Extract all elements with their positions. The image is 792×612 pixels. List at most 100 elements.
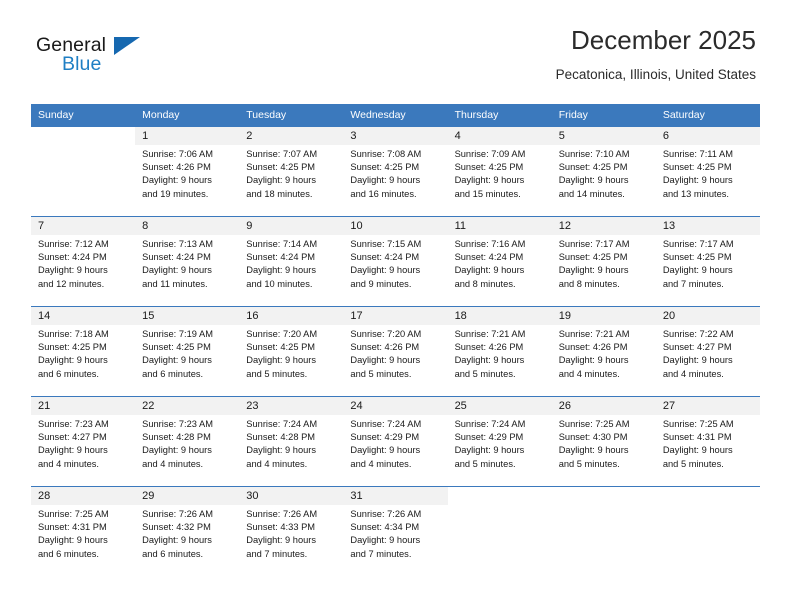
- calendar-day-cell[interactable]: 12 Sunrise: 7:17 AM Sunset: 4:25 PM Dayligh…: [551, 216, 656, 307]
- weekday-header-saturday: Saturday: [655, 104, 760, 127]
- day-detail-lines: Sunrise: 7:23 AM Sunset: 4:28 PM Daylight:…: [135, 415, 239, 471]
- calendar-day-cell[interactable]: 9 Sunrise: 7:14 AM Sunset: 4:24 PM Daylight…: [239, 216, 344, 307]
- daylight-text: and 13 minutes.: [662, 188, 729, 199]
- daylight-text: and 18 minutes.: [246, 188, 313, 199]
- day-detail-lines: [656, 505, 760, 508]
- calendar-day-cell[interactable]: 14 Sunrise: 7:18 AM Sunset: 4:25 PM Dayligh…: [31, 306, 136, 397]
- calendar-day-cell[interactable]: 15 Sunrise: 7:19 AM Sunset: 4:25 PM Dayligh…: [135, 306, 240, 397]
- day-cell-inner: 11 Sunrise: 7:16 AM Sunset: 4:24 PM Dayligh…: [447, 217, 552, 306]
- sunrise-text: Sunrise: 7:07 AM: [246, 149, 318, 159]
- calendar-day-cell[interactable]: 23 Sunrise: 7:24 AM Sunset: 4:28 PM Dayligh…: [239, 396, 344, 487]
- calendar-day-cell[interactable]: 2 Sunrise: 7:07 AM Sunset: 4:25 PM Daylight…: [239, 126, 344, 217]
- calendar-day-cell[interactable]: 7 Sunrise: 7:12 AM Sunset: 4:24 PM Daylight…: [31, 216, 136, 307]
- sunrise-text: Sunrise: 7:17 AM: [662, 239, 734, 249]
- sunrise-text: Sunrise: 7:14 AM: [246, 239, 318, 249]
- sunrise-text: Sunrise: 7:22 AM: [662, 329, 734, 339]
- daylight-text: Daylight: 9 hours: [246, 355, 317, 366]
- calendar-day-cell[interactable]: 31 Sunrise: 7:26 AM Sunset: 4:34 PM Dayligh…: [343, 486, 448, 577]
- calendar-day-cell[interactable]: 20 Sunrise: 7:22 AM Sunset: 4:27 PM Dayligh…: [655, 306, 760, 397]
- calendar-day-cell[interactable]: 19 Sunrise: 7:21 AM Sunset: 4:26 PM Dayligh…: [551, 306, 656, 397]
- calendar-day-cell[interactable]: 26 Sunrise: 7:25 AM Sunset: 4:30 PM Dayligh…: [551, 396, 656, 487]
- calendar-day-cell[interactable]: 8 Sunrise: 7:13 AM Sunset: 4:24 PM Daylight…: [135, 216, 240, 307]
- day-detail-lines: Sunrise: 7:26 AM Sunset: 4:33 PM Daylight:…: [239, 505, 343, 561]
- calendar-day-cell[interactable]: 22 Sunrise: 7:23 AM Sunset: 4:28 PM Dayligh…: [135, 396, 240, 487]
- calendar-day-cell[interactable]: 25 Sunrise: 7:24 AM Sunset: 4:29 PM Dayligh…: [447, 396, 552, 487]
- calendar-day-cell[interactable]: 29 Sunrise: 7:26 AM Sunset: 4:32 PM Dayligh…: [135, 486, 240, 577]
- daylight-text: and 15 minutes.: [454, 188, 521, 199]
- calendar-day-cell[interactable]: 24 Sunrise: 7:24 AM Sunset: 4:29 PM Dayligh…: [343, 396, 448, 487]
- calendar-day-cell[interactable]: 13 Sunrise: 7:17 AM Sunset: 4:25 PM Dayligh…: [655, 216, 760, 307]
- day-detail-lines: Sunrise: 7:24 AM Sunset: 4:29 PM Daylight:…: [343, 415, 447, 471]
- sunrise-text: Sunrise: 7:06 AM: [142, 149, 213, 159]
- sunset-text: Sunset: 4:28 PM: [246, 432, 316, 443]
- daylight-text: Daylight: 9 hours: [454, 265, 525, 276]
- daylight-text: Daylight: 9 hours: [142, 445, 212, 456]
- sunset-text: Sunset: 4:24 PM: [38, 252, 107, 263]
- day-number: 29: [135, 487, 240, 505]
- day-number: 19: [551, 307, 656, 325]
- weekday-header-row: Sunday Monday Tuesday Wednesday Thursday…: [31, 104, 760, 127]
- daylight-text: Daylight: 9 hours: [38, 535, 108, 546]
- calendar-day-cell[interactable]: 30 Sunrise: 7:26 AM Sunset: 4:33 PM Dayligh…: [239, 486, 344, 577]
- daylight-text: and 4 minutes.: [662, 368, 724, 379]
- calendar-day-cell[interactable]: 4 Sunrise: 7:09 AM Sunset: 4:25 PM Daylight…: [447, 126, 552, 217]
- sunset-text: Sunset: 4:25 PM: [246, 162, 316, 173]
- sunset-text: Sunset: 4:24 PM: [142, 252, 211, 263]
- daylight-text: Daylight: 9 hours: [142, 355, 212, 366]
- calendar-day-cell[interactable]: 3 Sunrise: 7:08 AM Sunset: 4:25 PM Daylight…: [343, 126, 448, 217]
- calendar-day-cell[interactable]: 16 Sunrise: 7:20 AM Sunset: 4:25 PM Dayligh…: [239, 306, 344, 397]
- day-cell-inner: 16 Sunrise: 7:20 AM Sunset: 4:25 PM Dayligh…: [239, 307, 344, 396]
- sunset-text: Sunset: 4:24 PM: [350, 252, 420, 263]
- calendar-day-cell[interactable]: 27 Sunrise: 7:25 AM Sunset: 4:31 PM Dayligh…: [655, 396, 760, 487]
- daylight-text: and 19 minutes.: [142, 188, 209, 199]
- daylight-text: and 14 minutes.: [558, 188, 625, 199]
- calendar-day-cell[interactable]: 5 Sunrise: 7:10 AM Sunset: 4:25 PM Daylight…: [551, 126, 656, 217]
- sunrise-text: Sunrise: 7:24 AM: [246, 419, 318, 429]
- sunset-text: Sunset: 4:26 PM: [454, 342, 524, 353]
- weekday-header-friday: Friday: [551, 104, 656, 127]
- daylight-text: Daylight: 9 hours: [350, 175, 421, 186]
- day-cell-inner: 17 Sunrise: 7:20 AM Sunset: 4:26 PM Dayligh…: [343, 307, 448, 396]
- calendar-week-row: 14 Sunrise: 7:18 AM Sunset: 4:25 PM Dayligh…: [31, 306, 760, 397]
- day-number: 26: [551, 397, 656, 415]
- daylight-text: and 11 minutes.: [142, 278, 208, 289]
- day-cell-inner: 20 Sunrise: 7:22 AM Sunset: 4:27 PM Dayligh…: [655, 307, 760, 396]
- calendar-day-cell[interactable]: 17 Sunrise: 7:20 AM Sunset: 4:26 PM Dayligh…: [343, 306, 448, 397]
- calendar-week-row: 28 Sunrise: 7:25 AM Sunset: 4:31 PM Dayligh…: [31, 486, 760, 577]
- day-number: [656, 487, 760, 505]
- day-detail-lines: Sunrise: 7:24 AM Sunset: 4:28 PM Daylight:…: [239, 415, 343, 471]
- day-detail-lines: Sunrise: 7:21 AM Sunset: 4:26 PM Daylight:…: [448, 325, 552, 381]
- calendar-week-row: 1 Sunrise: 7:06 AM Sunset: 4:26 PM Daylight…: [31, 126, 760, 217]
- brand-logo[interactable]: General Blue: [36, 34, 166, 82]
- daylight-text: Daylight: 9 hours: [246, 535, 317, 546]
- daylight-text: Daylight: 9 hours: [246, 265, 317, 276]
- sunrise-text: Sunrise: 7:24 AM: [350, 419, 422, 429]
- calendar-day-cell[interactable]: 11 Sunrise: 7:16 AM Sunset: 4:24 PM Dayligh…: [447, 216, 552, 307]
- day-number: 17: [343, 307, 448, 325]
- day-cell-inner: 18 Sunrise: 7:21 AM Sunset: 4:26 PM Dayligh…: [447, 307, 552, 396]
- day-cell-inner: 31 Sunrise: 7:26 AM Sunset: 4:34 PM Dayligh…: [343, 487, 448, 577]
- page-header: General Blue December 2025 Pecatonica, I…: [0, 0, 792, 100]
- calendar-day-cell[interactable]: 21 Sunrise: 7:23 AM Sunset: 4:27 PM Dayligh…: [31, 396, 136, 487]
- calendar-day-cell[interactable]: 10 Sunrise: 7:15 AM Sunset: 4:24 PM Dayligh…: [343, 216, 448, 307]
- calendar-day-cell[interactable]: 28 Sunrise: 7:25 AM Sunset: 4:31 PM Dayligh…: [31, 486, 136, 577]
- sunset-text: Sunset: 4:25 PM: [454, 162, 524, 173]
- daylight-text: Daylight: 9 hours: [454, 445, 525, 456]
- calendar-day-cell[interactable]: 1 Sunrise: 7:06 AM Sunset: 4:26 PM Daylight…: [135, 126, 240, 217]
- calendar-day-cell-empty: [655, 486, 760, 577]
- day-cell-inner: 28 Sunrise: 7:25 AM Sunset: 4:31 PM Dayligh…: [31, 487, 136, 577]
- weekday-header-wednesday: Wednesday: [343, 104, 448, 127]
- sunrise-text: Sunrise: 7:20 AM: [350, 329, 422, 339]
- day-number: 31: [343, 487, 448, 505]
- daylight-text: Daylight: 9 hours: [662, 265, 733, 276]
- calendar-table: Sunday Monday Tuesday Wednesday Thursday…: [31, 104, 760, 577]
- calendar-day-cell[interactable]: 18 Sunrise: 7:21 AM Sunset: 4:26 PM Dayligh…: [447, 306, 552, 397]
- sunset-text: Sunset: 4:28 PM: [142, 432, 211, 443]
- calendar-day-cell[interactable]: 6 Sunrise: 7:11 AM Sunset: 4:25 PM Daylight…: [655, 126, 760, 217]
- day-cell-inner: 25 Sunrise: 7:24 AM Sunset: 4:29 PM Dayligh…: [447, 397, 552, 486]
- calendar-day-cell-empty: [447, 486, 552, 577]
- weekday-header-monday: Monday: [135, 104, 240, 127]
- day-detail-lines: Sunrise: 7:24 AM Sunset: 4:29 PM Daylight:…: [448, 415, 552, 471]
- sunset-text: Sunset: 4:26 PM: [142, 162, 211, 173]
- sunset-text: Sunset: 4:27 PM: [662, 342, 732, 353]
